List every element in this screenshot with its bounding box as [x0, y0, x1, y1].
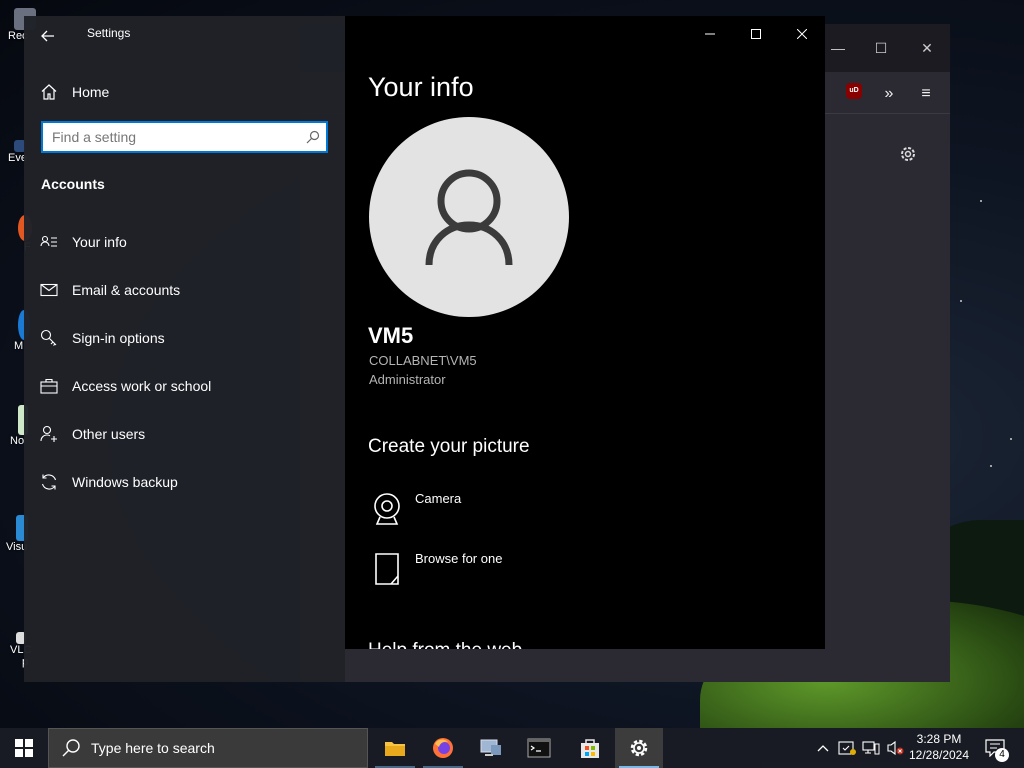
- volume-muted-icon: [887, 740, 904, 756]
- settings-search[interactable]: [41, 121, 328, 153]
- settings-sidebar: Settings Home Accounts Your info: [24, 16, 345, 682]
- nav-item-other-users[interactable]: Other users: [40, 422, 330, 446]
- star: [1010, 438, 1012, 440]
- store-icon: [581, 739, 599, 758]
- action-center-button[interactable]: 4: [980, 728, 1010, 768]
- chevron-up-icon: [817, 745, 829, 752]
- taskbar-control-panel[interactable]: [467, 728, 515, 768]
- tray-chevron[interactable]: [814, 728, 832, 768]
- briefcase-icon: [40, 377, 58, 395]
- gear-icon: [630, 739, 648, 757]
- taskbar-settings[interactable]: [615, 728, 663, 768]
- back-arrow-icon: [41, 30, 54, 42]
- hamburger-menu-icon[interactable]: ≡: [914, 82, 938, 106]
- home-icon: [41, 84, 57, 100]
- notification-count-badge: 4: [995, 748, 1009, 762]
- user-role: Administrator: [369, 372, 446, 387]
- start-button[interactable]: [0, 728, 48, 768]
- taskbar-search[interactable]: Type here to search: [48, 728, 368, 768]
- user-domain: COLLABNET\VM5: [369, 353, 477, 368]
- nav-item-label: Your info: [72, 234, 127, 250]
- search-input[interactable]: [43, 129, 293, 145]
- help-heading: Help from the web: [368, 640, 522, 649]
- windows-logo-icon: [15, 739, 33, 757]
- clock[interactable]: 3:28 PM 12/28/2024: [906, 731, 972, 763]
- taskbar-file-explorer[interactable]: [371, 728, 419, 768]
- sync-icon: [40, 473, 58, 491]
- computer-icon: [480, 739, 501, 756]
- document-icon: [369, 551, 405, 587]
- search-icon[interactable]: [306, 130, 320, 144]
- key-icon: [40, 329, 58, 347]
- maximize-icon[interactable]: ☐: [871, 38, 891, 58]
- contact-card-icon: [40, 233, 58, 251]
- maximize-icon: [751, 29, 761, 39]
- nav-home-label: Home: [72, 84, 110, 100]
- close-icon[interactable]: ✕: [917, 38, 937, 58]
- nav-item-access-work-school[interactable]: Access work or school: [40, 374, 330, 398]
- taskbar: Type here to search 3:28 PM 12/28/2024 4: [0, 728, 1024, 768]
- back-button[interactable]: [36, 24, 60, 48]
- taskbar-terminal[interactable]: [515, 728, 563, 768]
- add-user-icon: [40, 425, 58, 443]
- star: [990, 465, 992, 467]
- nav-item-label: Sign-in options: [72, 330, 165, 346]
- network-icon: [862, 741, 880, 755]
- page-title: Your info: [368, 72, 474, 102]
- settings-window: Settings Home Accounts Your info: [24, 16, 825, 682]
- person-icon: [425, 169, 513, 266]
- avatar: [369, 117, 569, 317]
- ublock-icon[interactable]: uD: [846, 83, 862, 99]
- star: [960, 300, 962, 302]
- mail-icon: [40, 281, 58, 299]
- camera-label: Camera: [415, 491, 462, 506]
- taskbar-search-placeholder: Type here to search: [91, 740, 215, 756]
- taskbar-firefox[interactable]: [419, 728, 467, 768]
- chevron-double-right-icon[interactable]: »: [877, 82, 901, 106]
- minimize-button[interactable]: [695, 24, 725, 44]
- nav-item-label: Windows backup: [72, 474, 178, 490]
- security-icon: [838, 741, 856, 755]
- firefox-icon: [433, 738, 453, 758]
- nav-item-label: Access work or school: [72, 378, 212, 394]
- nav-item-your-info[interactable]: Your info: [40, 230, 330, 254]
- nav-item-windows-backup[interactable]: Windows backup: [40, 470, 330, 494]
- minimize-icon: [705, 33, 715, 35]
- window-title: Settings: [87, 26, 131, 40]
- close-icon: [797, 29, 807, 39]
- nav-item-sign-in-options[interactable]: Sign-in options: [40, 326, 330, 350]
- section-title: Accounts: [41, 176, 105, 192]
- clock-time: 3:28 PM: [916, 732, 962, 746]
- settings-content-pane: Your info VM5 COLLABNET\VM5 Administrato…: [345, 16, 825, 649]
- browse-label: Browse for one: [415, 551, 503, 566]
- nav-home[interactable]: Home: [40, 80, 109, 104]
- maximize-button[interactable]: [741, 24, 771, 44]
- tray-volume[interactable]: [884, 728, 906, 768]
- nav-item-label: Other users: [72, 426, 146, 442]
- browse-option[interactable]: Browse for one: [369, 551, 502, 587]
- folder-icon: [385, 742, 405, 756]
- camera-option[interactable]: Camera: [369, 491, 461, 527]
- minimize-icon[interactable]: —: [828, 38, 848, 58]
- tray-defender[interactable]: [836, 728, 858, 768]
- tray-network[interactable]: [860, 728, 882, 768]
- clock-date: 12/28/2024: [908, 748, 970, 762]
- taskbar-store[interactable]: [566, 728, 614, 768]
- search-icon: [62, 739, 80, 757]
- nav-item-label: Email & accounts: [72, 282, 181, 298]
- gear-icon[interactable]: [898, 144, 918, 164]
- create-picture-heading: Create your picture: [368, 436, 530, 457]
- nav-item-email-accounts[interactable]: Email & accounts: [40, 278, 330, 302]
- webcam-icon: [369, 491, 405, 527]
- close-button[interactable]: [787, 24, 817, 44]
- terminal-icon: [527, 738, 551, 758]
- user-name: VM5: [368, 323, 414, 348]
- star: [980, 200, 982, 202]
